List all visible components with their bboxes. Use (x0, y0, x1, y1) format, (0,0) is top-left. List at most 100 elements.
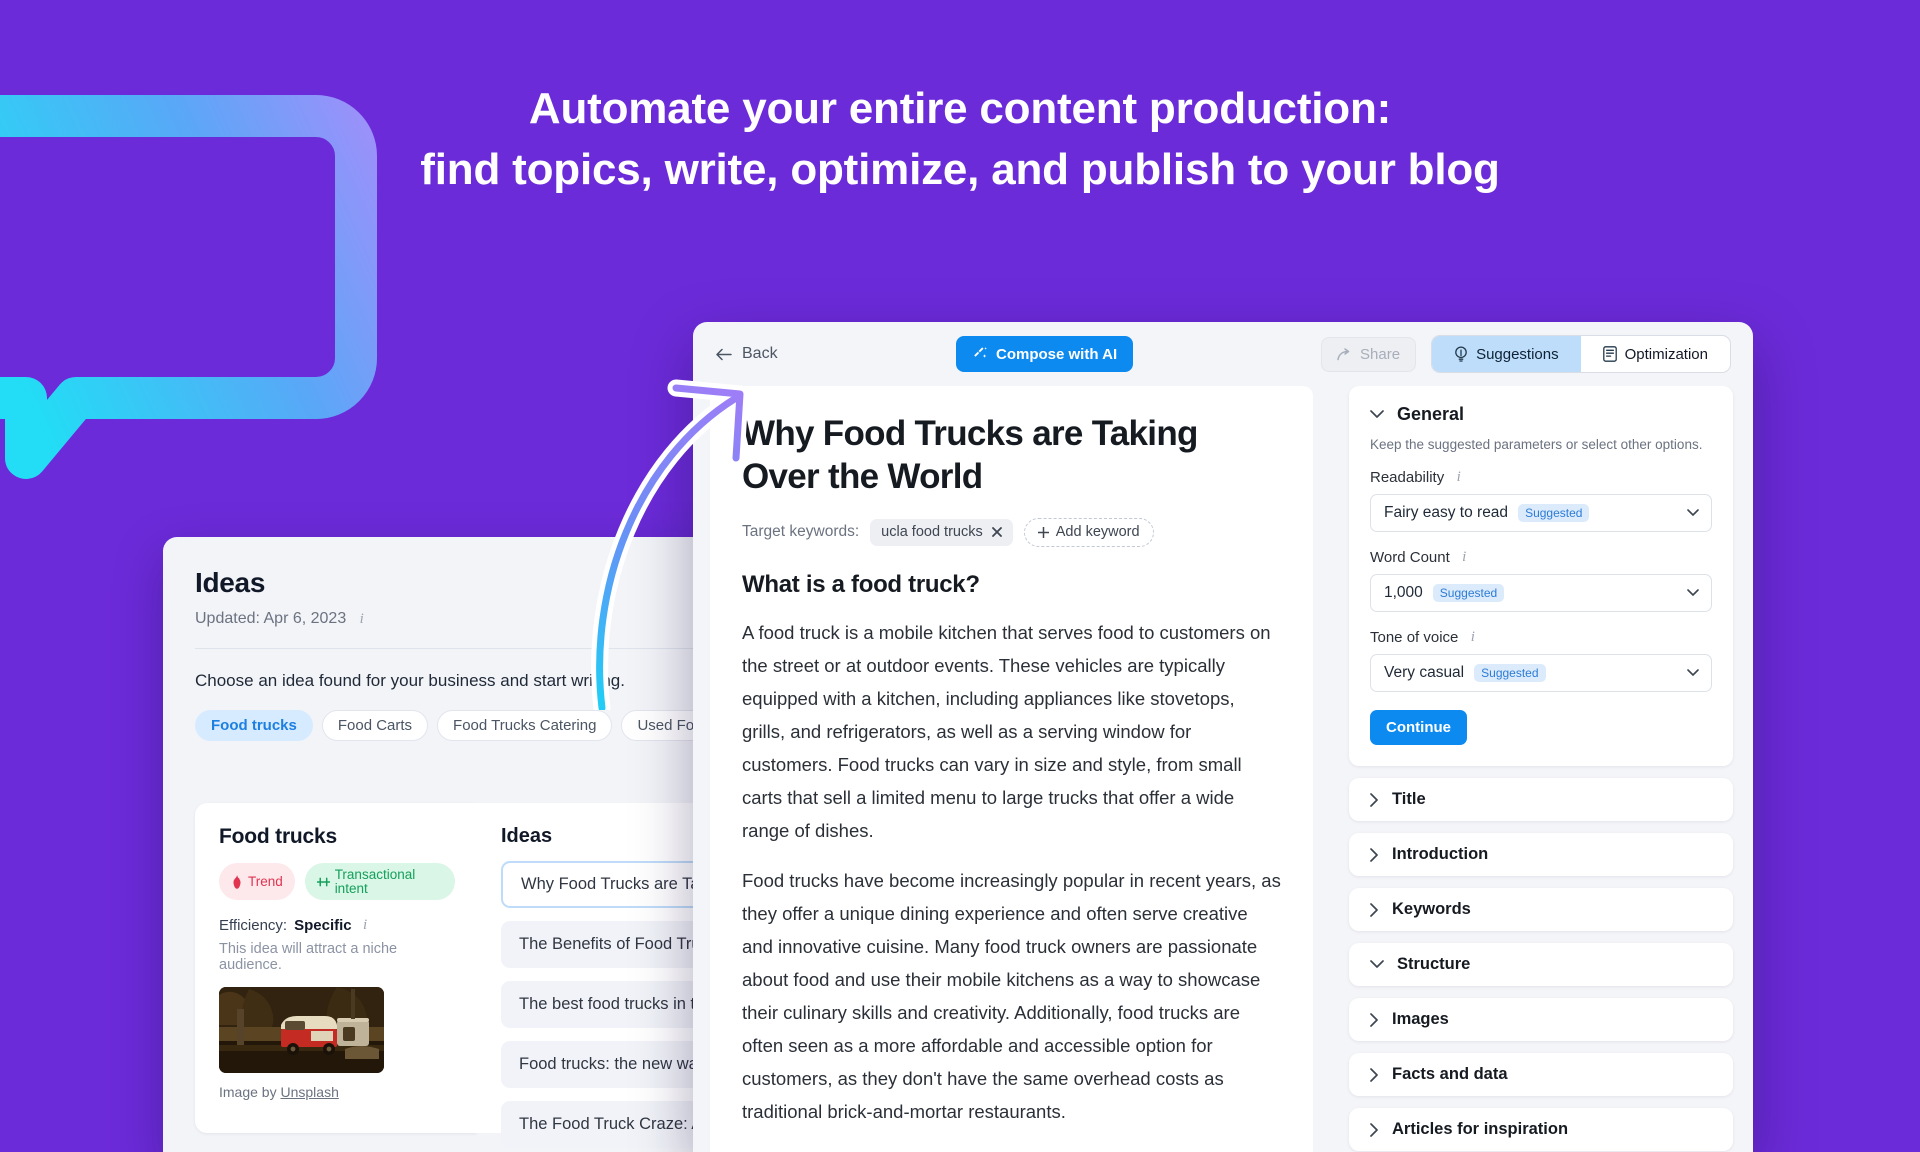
add-keyword-label: Add keyword (1055, 524, 1140, 540)
efficiency-description: This idea will attract a niche audience. (219, 941, 398, 973)
word-count-value: 1,000 (1384, 584, 1423, 601)
tone-of-voice-label: Tone of voice (1370, 629, 1459, 646)
share-button[interactable]: Share (1321, 336, 1417, 372)
tab-optimization[interactable]: Optimization (1581, 336, 1730, 372)
image-credit-prefix: Image by (219, 1084, 281, 1100)
headline-line-2: find topics, write, optimize, and publis… (420, 145, 1500, 194)
tone-of-voice-select[interactable]: Very casual Suggested (1370, 654, 1712, 692)
compose-label: Compose with AI (996, 345, 1118, 363)
add-keyword-button[interactable]: Add keyword (1023, 518, 1154, 547)
word-count-label: Word Count (1370, 549, 1450, 566)
readability-select[interactable]: Fairy easy to read Suggested (1370, 494, 1712, 532)
ideas-subtitle: Choose an idea found for your business a… (195, 671, 625, 690)
chevron-right-icon (1370, 902, 1378, 917)
suggested-badge: Suggested (1518, 504, 1590, 522)
general-description: Keep the suggested parameters or select … (1370, 437, 1703, 452)
badge-intent-label: Transactional intent (334, 867, 416, 896)
readability-value: Fairy easy to read (1384, 504, 1509, 521)
compose-with-ai-button[interactable]: Compose with AI (956, 336, 1134, 372)
suggested-badge: Suggested (1432, 584, 1505, 602)
continue-button[interactable]: Continue (1370, 710, 1467, 745)
target-keywords-label: Target keywords: (742, 523, 860, 541)
share-arrow-icon (1337, 347, 1350, 360)
sidebar-section-images[interactable]: Images (1349, 998, 1733, 1041)
suggested-badge: Suggested (1474, 664, 1546, 682)
sidebar-section-structure[interactable]: Structure (1349, 943, 1733, 986)
idea-detail-card: Food trucks Trend Transactional intent E… (195, 803, 477, 1133)
sidebar-section-facts-and-data[interactable]: Facts and data (1349, 1053, 1733, 1096)
document-icon (1602, 346, 1617, 362)
page-title: Automate your entire content production:… (0, 78, 1920, 200)
ideas-heading: Ideas (195, 567, 266, 598)
efficiency-row: Efficiency: Specific i (219, 917, 455, 934)
document-subheading[interactable]: What is a food truck? (742, 571, 1281, 599)
sidebar-section-articles-for-inspiration[interactable]: Articles for inspiration (1349, 1108, 1733, 1151)
section-label: Articles for inspiration (1392, 1120, 1569, 1138)
section-label: Keywords (1392, 900, 1471, 918)
sidebar-section-introduction[interactable]: Introduction (1349, 833, 1733, 876)
section-label: Structure (1397, 955, 1471, 973)
chevron-down-icon (1687, 589, 1699, 596)
chevron-down-icon (1687, 669, 1699, 676)
info-icon[interactable]: i (1466, 629, 1479, 646)
document-title[interactable]: Why Food Trucks are Taking Over the Worl… (742, 412, 1281, 498)
sidebar-section-keywords[interactable]: Keywords (1349, 888, 1733, 931)
tab-suggestions-label: Suggestions (1476, 345, 1559, 363)
chevron-down-icon (1687, 509, 1699, 516)
chevron-right-icon (1370, 1067, 1378, 1082)
document-editor[interactable]: Why Food Trucks are Taking Over the Worl… (710, 386, 1313, 1152)
promotional-banner: Automate your entire content production:… (0, 0, 1920, 1152)
badge-trend-label: Trend (248, 873, 283, 889)
general-section: General Keep the suggested parameters or… (1349, 386, 1733, 766)
readability-label: Readability (1370, 469, 1445, 486)
word-count-label-row: Word Count i (1370, 549, 1712, 566)
chevron-right-icon (1370, 847, 1378, 862)
plus-icon (1037, 526, 1049, 538)
close-icon[interactable] (991, 527, 1002, 538)
info-icon[interactable]: i (355, 611, 368, 628)
share-label: Share (1360, 345, 1401, 363)
tone-of-voice-label-row: Tone of voice i (1370, 629, 1712, 646)
magic-wand-icon (974, 347, 987, 358)
divider (195, 648, 731, 649)
document-paragraph[interactable]: Food trucks have become increasingly pop… (742, 864, 1281, 1128)
flame-icon (233, 874, 241, 889)
chevron-right-icon (1370, 1122, 1378, 1137)
chevron-right-icon (1370, 792, 1378, 807)
general-section-header[interactable]: General (1370, 404, 1712, 425)
ideas-window: Ideas Updated: Apr 6, 2023 i Choose an i… (163, 537, 763, 1152)
idea-badges: Trend Transactional intent (219, 863, 455, 900)
unsplash-link[interactable]: Unsplash (280, 1084, 338, 1100)
tab-suggestions[interactable]: Suggestions (1432, 336, 1581, 372)
info-icon[interactable]: i (1458, 549, 1471, 566)
status-badge-intent: Transactional intent (304, 863, 455, 900)
back-button[interactable]: Back (715, 345, 778, 363)
idea-card-title: Food trucks (219, 825, 337, 848)
tag-food-trucks[interactable]: Food trucks (195, 710, 313, 741)
keyword-chip[interactable]: ucla food trucks (870, 519, 1013, 546)
efficiency-value: Specific (294, 917, 352, 934)
section-label: Title (1392, 790, 1426, 808)
idea-thumbnail-image (219, 987, 384, 1073)
editor-toolbar: Back Compose with AI Share Suggestions O… (693, 322, 1753, 386)
back-label: Back (742, 345, 778, 362)
tag-food-trucks-catering[interactable]: Food Trucks Catering (437, 710, 613, 741)
ideas-content: Food trucks Trend Transactional intent E… (195, 803, 763, 1148)
info-icon[interactable]: i (1452, 469, 1465, 486)
word-count-select[interactable]: 1,000 Suggested (1370, 574, 1712, 612)
info-icon[interactable]: i (359, 917, 372, 934)
keyword-chip-label: ucla food trucks (881, 524, 983, 540)
section-label: Images (1392, 1010, 1449, 1028)
tag-food-carts[interactable]: Food Carts (321, 710, 429, 741)
tone-of-voice-value: Very casual (1384, 664, 1465, 681)
ideas-updated-text: Updated: Apr 6, 2023 (195, 610, 347, 627)
toolbar-right-group: Share Suggestions Optimization (1321, 335, 1731, 373)
document-paragraph[interactable]: A food truck is a mobile kitchen that se… (742, 616, 1281, 847)
section-label: Introduction (1392, 845, 1489, 863)
arrow-left-icon (716, 348, 732, 360)
keyword-tag-row: Food trucks Food Carts Food Trucks Cater… (195, 710, 763, 741)
chevron-right-icon (1370, 1012, 1378, 1027)
chevron-down-icon (1370, 410, 1384, 418)
status-badge-trend: Trend (219, 863, 295, 900)
sidebar-section-title[interactable]: Title (1349, 778, 1733, 821)
